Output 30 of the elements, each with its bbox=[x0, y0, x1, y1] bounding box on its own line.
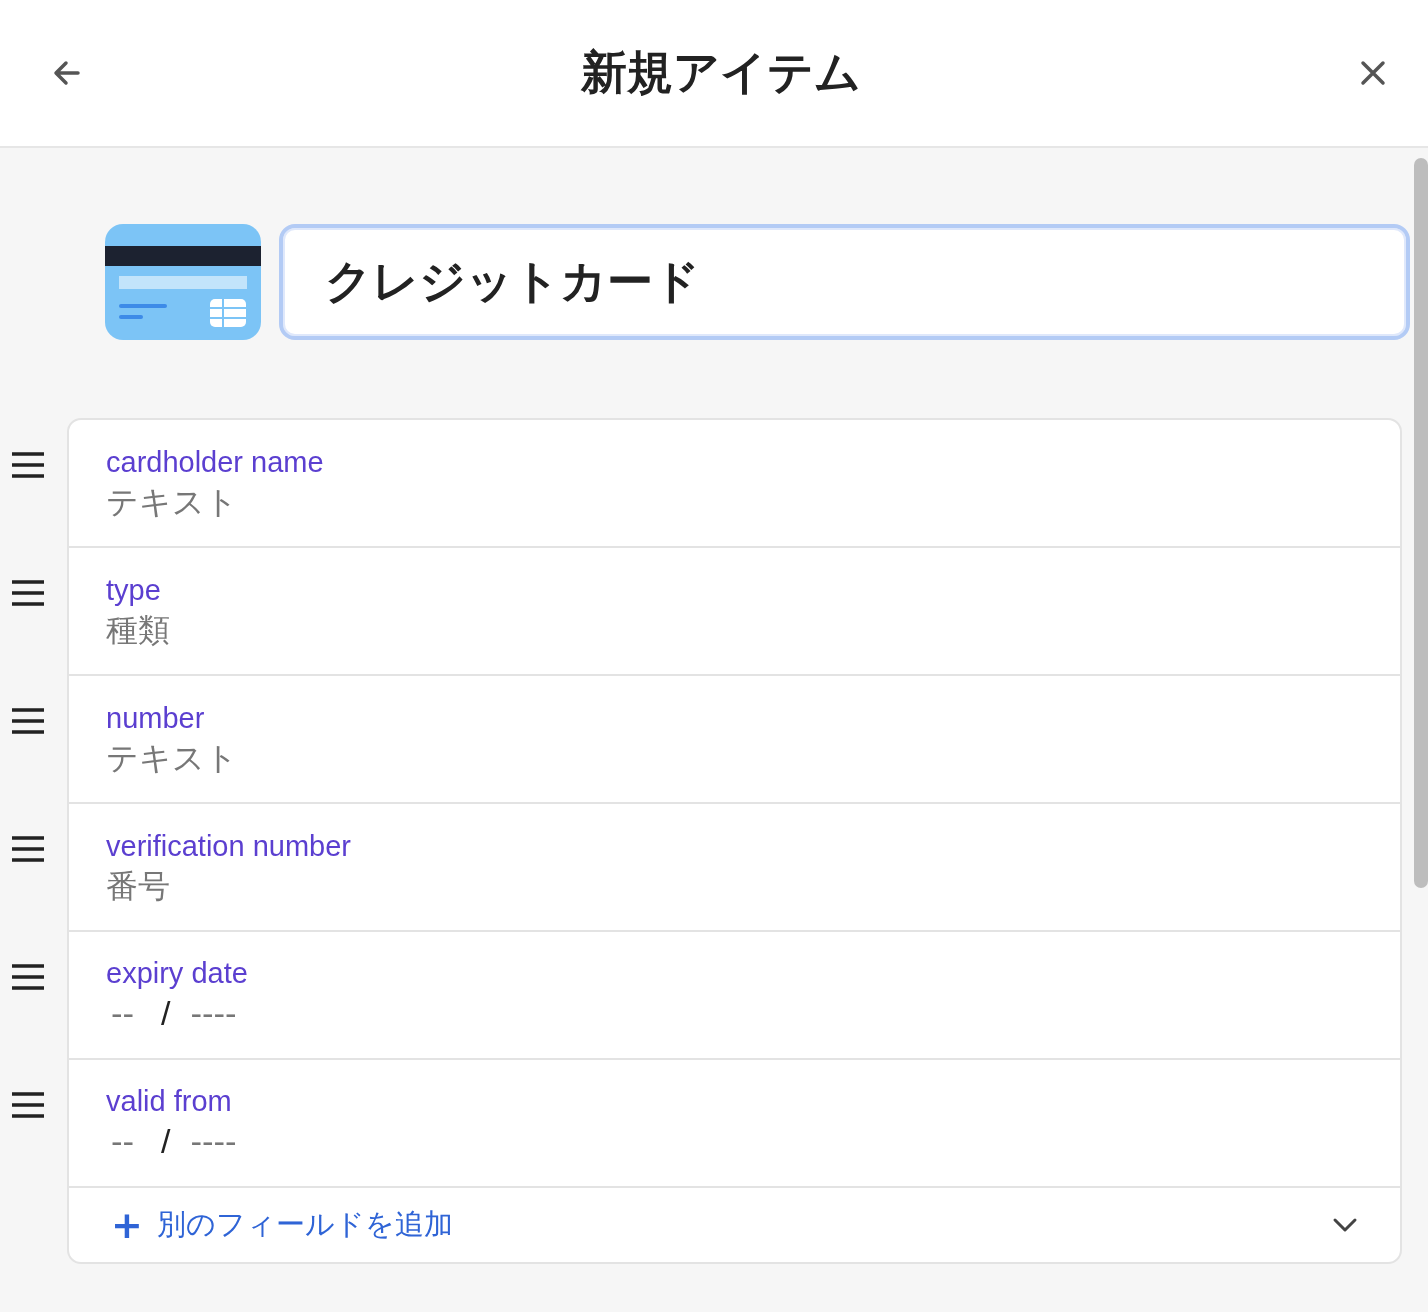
close-icon bbox=[1358, 58, 1388, 88]
add-field-button[interactable]: + 別のフィールドを追加 bbox=[111, 1205, 453, 1245]
scrollbar[interactable] bbox=[1414, 158, 1428, 888]
field-label: cardholder name bbox=[106, 445, 324, 479]
item-title-field[interactable]: クレジットカード bbox=[279, 224, 1410, 340]
text-input-field[interactable]: テキスト bbox=[106, 738, 606, 777]
text-input-field[interactable]: 種類 bbox=[106, 610, 606, 649]
drag-handle-icon[interactable] bbox=[11, 707, 45, 735]
field-label: number bbox=[106, 701, 205, 735]
date-separator: / bbox=[161, 1122, 171, 1161]
drag-handle-icon[interactable] bbox=[11, 835, 45, 863]
field-label: expiry date bbox=[106, 957, 248, 990]
field-label: valid from bbox=[106, 1085, 232, 1118]
year-input-field[interactable]: ---- bbox=[180, 994, 281, 1033]
text-input-field[interactable]: テキスト bbox=[106, 482, 606, 521]
year-input-field[interactable]: ---- bbox=[180, 1122, 281, 1161]
date-separator: / bbox=[161, 994, 171, 1033]
drag-handle-icon[interactable] bbox=[11, 579, 45, 607]
drag-handle-icon[interactable] bbox=[11, 963, 45, 991]
credit-card-icon bbox=[105, 224, 261, 340]
close-button[interactable] bbox=[1358, 58, 1388, 88]
month-input-field[interactable]: -- bbox=[106, 994, 151, 1033]
month-input-field[interactable]: -- bbox=[106, 1122, 151, 1161]
field-label: verification number bbox=[106, 829, 351, 863]
text-input-field[interactable]: 番号 bbox=[106, 866, 606, 905]
dialog-title: 新規アイテム bbox=[581, 44, 861, 101]
drag-handle-icon[interactable] bbox=[11, 451, 45, 479]
chevron-down-icon[interactable] bbox=[1332, 1217, 1358, 1233]
field-label: type bbox=[106, 573, 161, 607]
drag-handle-icon[interactable] bbox=[11, 1091, 45, 1119]
